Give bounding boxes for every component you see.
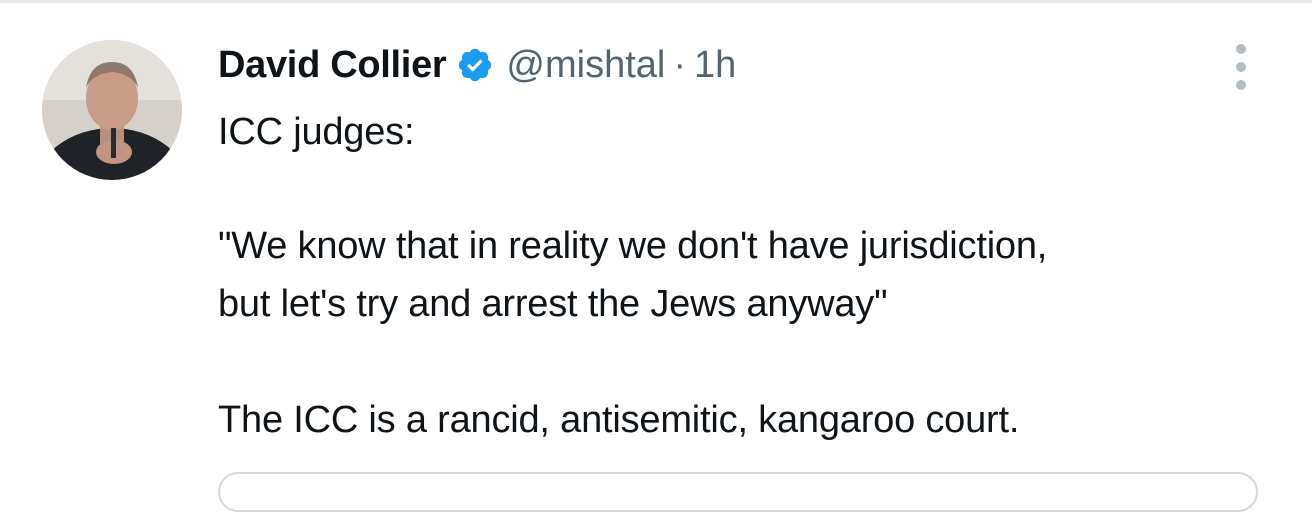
author-name[interactable]: David Collier <box>218 44 447 87</box>
tweet-text-line-3: but let's try and arrest the Jews anyway… <box>218 283 888 325</box>
verified-badge-icon <box>456 46 494 84</box>
avatar[interactable] <box>42 40 182 180</box>
author-handle[interactable]: @mishtal <box>506 44 665 87</box>
tweet-text-line-4: The ICC is a rancid, antisemitic, kangar… <box>218 399 1020 441</box>
tweet-text-line-1: ICC judges: <box>218 111 415 153</box>
separator-dot: · <box>673 43 686 86</box>
tweet-text-line-2: "We know that in reality we don't have j… <box>218 225 1048 267</box>
avatar-photo <box>42 40 182 180</box>
timestamp[interactable]: 1h <box>694 44 736 87</box>
tweet[interactable]: David Collier @mishtal · 1h ICC judges: … <box>0 0 1312 512</box>
quoted-card-preview[interactable] <box>218 472 1258 512</box>
tweet-header: David Collier @mishtal · 1h <box>218 40 736 90</box>
more-options-icon[interactable] <box>1226 44 1256 90</box>
